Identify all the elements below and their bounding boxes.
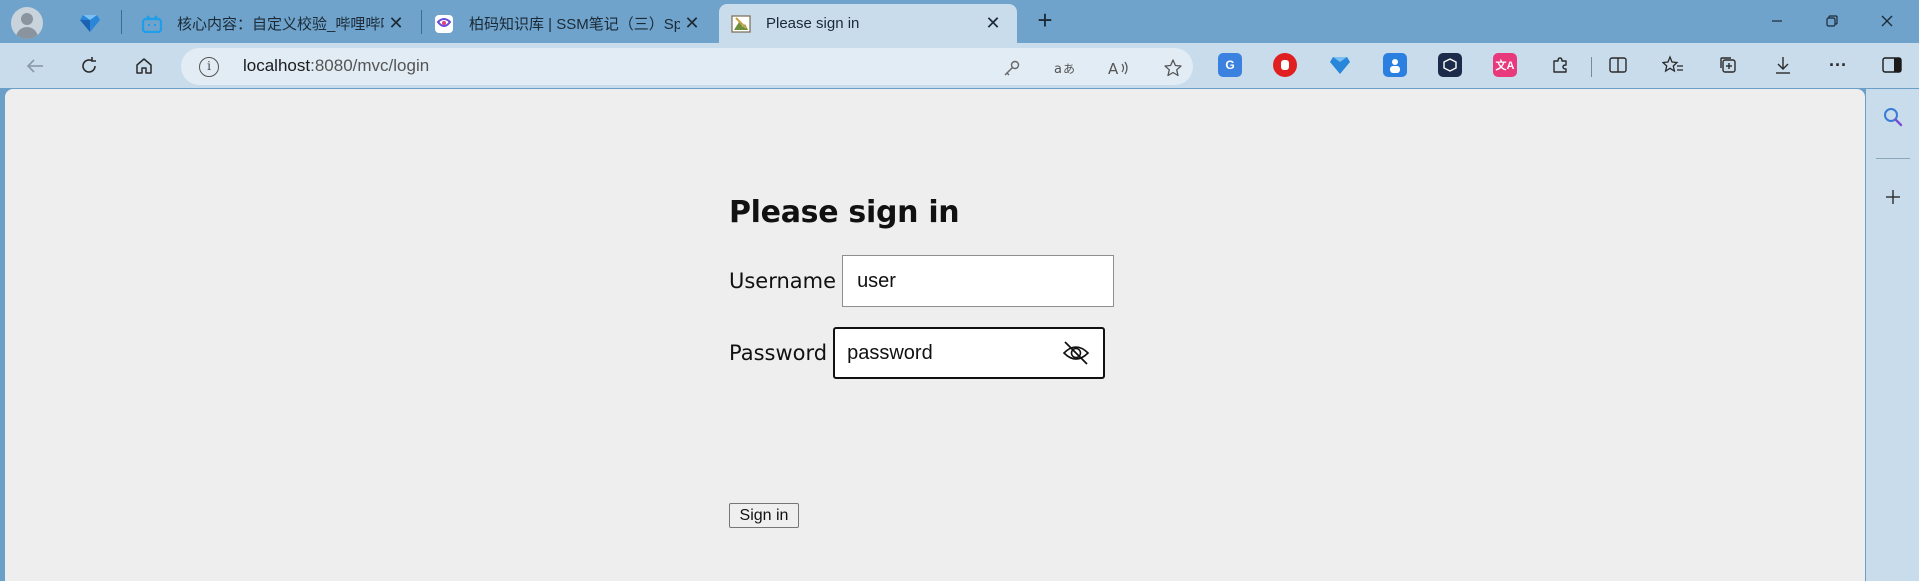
toolbar-separator xyxy=(1591,57,1592,77)
username-input[interactable]: user xyxy=(842,255,1115,307)
more-menu-icon[interactable]: ··· xyxy=(1826,53,1850,77)
username-row: Username user xyxy=(729,255,1115,307)
tab-separator xyxy=(121,10,122,34)
favorite-star-icon[interactable] xyxy=(1162,57,1184,79)
info-icon[interactable]: i xyxy=(199,57,219,77)
page-viewport: Please sign in Username user Password pa… xyxy=(5,89,1865,581)
close-tab-icon[interactable]: ✕ xyxy=(981,13,1005,34)
add-icon[interactable] xyxy=(1881,185,1905,209)
svg-text:あ: あ xyxy=(1063,62,1075,76)
arrow-left-icon xyxy=(26,59,43,73)
sidebar-toggle-icon[interactable] xyxy=(1880,53,1904,77)
translate-pink-icon[interactable]: 文A xyxy=(1493,53,1517,77)
close-window-button[interactable] xyxy=(1864,4,1910,38)
tab-strip: 核心内容：自定义校验_哔哩哔哩 ✕ 柏码知识库 | SSM笔记（三）Spri ✕… xyxy=(0,0,1919,43)
bilibili-icon xyxy=(142,14,162,34)
back-button[interactable] xyxy=(18,49,52,83)
pinned-tab[interactable] xyxy=(68,8,112,38)
password-input[interactable]: password xyxy=(833,327,1106,379)
favorites-icon[interactable] xyxy=(1661,53,1685,77)
password-row: Password password xyxy=(729,327,1106,379)
login-form: Please sign in Username user Password pa… xyxy=(729,195,1115,528)
close-tab-icon[interactable]: ✕ xyxy=(680,13,704,34)
edge-sidebar xyxy=(1866,89,1919,581)
sign-in-page-icon xyxy=(731,14,751,34)
password-value: password xyxy=(847,341,933,364)
page-title: Please sign in xyxy=(729,195,960,230)
search-icon[interactable] xyxy=(1881,105,1905,129)
collections-icon[interactable] xyxy=(1716,53,1740,77)
url-host: localhost xyxy=(243,56,311,75)
restore-button[interactable] xyxy=(1809,4,1855,38)
tab-itbaima[interactable]: 柏码知识库 | SSM笔记（三）Spri ✕ xyxy=(422,4,716,43)
tab-sign-in[interactable]: Please sign in ✕ xyxy=(719,4,1017,43)
home-icon xyxy=(136,58,152,74)
browser-toolbar: i localhost:8080/mvc/login aあ A G 文A ··· xyxy=(0,43,1919,88)
url-rest: :8080/mvc/login xyxy=(310,56,430,75)
refresh-button[interactable] xyxy=(72,49,106,83)
close-icon xyxy=(1881,15,1893,27)
itbaima-icon xyxy=(434,14,454,34)
username-label: Username xyxy=(729,269,837,293)
password-label: Password xyxy=(729,341,828,365)
split-screen-icon[interactable] xyxy=(1606,53,1630,77)
profile-avatar[interactable] xyxy=(11,7,43,39)
person-icon[interactable] xyxy=(1383,53,1407,77)
hide-password-icon[interactable] xyxy=(1061,339,1091,367)
sidebar-separator xyxy=(1876,158,1910,159)
url-text[interactable]: localhost:8080/mvc/login xyxy=(243,56,429,76)
close-tab-icon[interactable]: ✕ xyxy=(384,13,408,34)
key-icon[interactable] xyxy=(1001,57,1023,79)
diamond-icon[interactable] xyxy=(1328,53,1352,77)
username-value: user xyxy=(857,269,896,292)
sign-in-button[interactable]: Sign in xyxy=(729,503,799,528)
translate-page-icon[interactable]: aあ xyxy=(1054,57,1076,79)
svg-text:A: A xyxy=(1108,60,1119,77)
minimize-button[interactable] xyxy=(1754,4,1800,38)
download-icon[interactable] xyxy=(1771,53,1795,77)
minimize-icon xyxy=(1772,20,1782,22)
tab-title: 核心内容：自定义校验_哔哩哔哩 xyxy=(177,16,384,33)
address-bar[interactable]: i localhost:8080/mvc/login aあ A xyxy=(181,48,1193,85)
svg-text:a: a xyxy=(1054,62,1062,77)
puzzle-icon[interactable] xyxy=(1548,53,1572,77)
diamond-icon xyxy=(80,15,100,32)
tab-title: Please sign in xyxy=(766,15,860,32)
tab-title: 柏码知识库 | SSM笔记（三）Spri xyxy=(469,16,680,33)
adblock-icon[interactable] xyxy=(1273,53,1297,77)
new-tab-button[interactable]: + xyxy=(1030,6,1060,36)
cube-icon[interactable] xyxy=(1438,53,1462,77)
refresh-icon xyxy=(82,57,96,73)
translate-icon[interactable]: G xyxy=(1218,53,1242,77)
home-button[interactable] xyxy=(127,49,161,83)
tab-bilibili[interactable]: 核心内容：自定义校验_哔哩哔哩 ✕ xyxy=(130,4,420,43)
read-aloud-icon[interactable]: A xyxy=(1108,57,1130,79)
restore-icon xyxy=(1826,15,1838,27)
